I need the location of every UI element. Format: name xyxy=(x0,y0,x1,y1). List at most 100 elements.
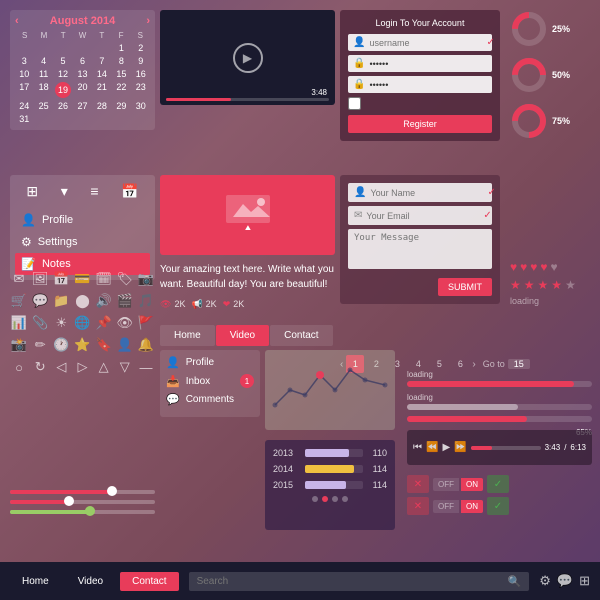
slider-thumb-1[interactable] xyxy=(107,486,117,496)
cal-day[interactable]: 29 xyxy=(112,100,130,112)
pie-icon[interactable]: ⬤ xyxy=(73,292,91,310)
pencil-icon[interactable]: ✏ xyxy=(31,336,49,354)
page-next-icon[interactable]: › xyxy=(472,359,475,370)
cal-day[interactable]: 4 xyxy=(34,55,52,67)
bookmark-icon[interactable]: 🔖 xyxy=(95,336,113,354)
bar-dot-4[interactable] xyxy=(342,496,348,502)
cal-day[interactable]: 7 xyxy=(93,55,111,67)
cal-day[interactable]: 15 xyxy=(112,68,130,80)
remember-checkbox[interactable] xyxy=(348,97,361,110)
cal-day[interactable] xyxy=(34,42,52,54)
calendar2-icon[interactable]: 📅 xyxy=(52,270,70,288)
name-input[interactable] xyxy=(370,188,487,198)
right-icon[interactable]: ▷ xyxy=(73,358,91,376)
toggle-x-1[interactable]: ✕ xyxy=(407,475,429,493)
register-button[interactable]: Register xyxy=(348,115,492,133)
username-input[interactable] xyxy=(369,38,486,48)
star-icon[interactable]: ⭐ xyxy=(73,336,91,354)
media-play-icon[interactable]: ▶ xyxy=(442,442,450,453)
cal-day[interactable]: 26 xyxy=(54,100,72,112)
cal-day[interactable]: 6 xyxy=(73,55,91,67)
film-icon[interactable]: 🎬 xyxy=(116,292,134,310)
password2-input[interactable] xyxy=(369,80,487,90)
grid-icon[interactable]: ⊞ xyxy=(23,180,41,203)
tag-icon[interactable]: 🏷 xyxy=(116,270,134,288)
media-progress-bar[interactable] xyxy=(471,446,541,450)
toggle-x-2[interactable]: ✕ xyxy=(407,497,429,515)
eye-icon[interactable]: 👁 xyxy=(116,314,134,332)
cal-day[interactable] xyxy=(54,42,72,54)
grid2-icon[interactable]: ⊞ xyxy=(579,573,590,589)
toggle-switch-1[interactable]: OFF ON xyxy=(433,478,483,491)
cal-day[interactable]: 23 xyxy=(132,81,150,99)
play-button[interactable]: ▶ xyxy=(233,43,263,73)
cal-day[interactable]: 8 xyxy=(112,55,130,67)
sun-icon[interactable]: ☀ xyxy=(52,314,70,332)
tab-home[interactable]: Home xyxy=(160,325,215,346)
mini-sidebar-profile[interactable]: 👤 Profile xyxy=(166,356,254,369)
image-icon[interactable]: 🖼 xyxy=(31,270,49,288)
tab-contact[interactable]: Contact xyxy=(270,325,332,346)
chat-icon[interactable]: 💬 xyxy=(31,292,49,310)
toggle-check-2[interactable]: ✓ xyxy=(487,497,509,515)
star-1[interactable]: ★ xyxy=(510,278,521,292)
toggle-check-1[interactable]: ✓ xyxy=(487,475,509,493)
cal-day[interactable]: 3 xyxy=(15,55,33,67)
camera-icon[interactable]: 📷 xyxy=(137,270,155,288)
slider-track-1[interactable] xyxy=(10,490,155,494)
clip-icon[interactable]: 📎 xyxy=(31,314,49,332)
cal-day[interactable]: 18 xyxy=(34,81,52,99)
password-input[interactable] xyxy=(369,59,487,69)
calendar3-icon[interactable]: 🗓 xyxy=(95,270,113,288)
cal-day-today[interactable]: 19 xyxy=(54,81,72,99)
card-icon[interactable]: 💳 xyxy=(73,270,91,288)
left-icon[interactable]: ◁ xyxy=(52,358,70,376)
photo-icon[interactable]: 📸 xyxy=(10,336,28,354)
cal-day[interactable]: 5 xyxy=(54,55,72,67)
cal-day[interactable]: 24 xyxy=(15,100,33,112)
tab-video[interactable]: Video xyxy=(216,325,269,346)
cal-day[interactable]: 20 xyxy=(73,81,91,99)
goto-input[interactable] xyxy=(508,359,530,369)
slider-thumb-3[interactable] xyxy=(85,506,95,516)
star-3[interactable]: ★ xyxy=(538,278,549,292)
down-icon[interactable]: ▽ xyxy=(116,358,134,376)
folder-icon[interactable]: 📁 xyxy=(52,292,70,310)
cal-day[interactable] xyxy=(15,42,33,54)
media-rewind-icon[interactable]: ⏪ xyxy=(426,442,438,453)
cal-day[interactable]: 12 xyxy=(54,68,72,80)
dropdown-icon[interactable]: ▾ xyxy=(58,180,71,203)
heart-2[interactable]: ♥ xyxy=(520,260,527,274)
sidebar-item-profile[interactable]: 👤 Profile xyxy=(15,209,150,231)
cal-day[interactable]: 27 xyxy=(73,100,91,112)
cal-day[interactable]: 31 xyxy=(15,113,33,125)
chart-icon[interactable]: 📊 xyxy=(10,314,28,332)
mini-sidebar-inbox[interactable]: 📥 Inbox 1 xyxy=(166,374,254,388)
slider-track-2[interactable] xyxy=(10,500,155,504)
volume-icon[interactable]: 🔊 xyxy=(95,292,113,310)
cal-day[interactable]: 30 xyxy=(132,100,150,112)
media-forward-icon[interactable]: ⏩ xyxy=(454,442,466,453)
up-icon[interactable]: △ xyxy=(95,358,113,376)
mail-icon[interactable]: ✉ xyxy=(10,270,28,288)
cal-day[interactable]: 11 xyxy=(34,68,52,80)
submit-button[interactable]: SUBMIT xyxy=(438,278,492,296)
cal-day[interactable]: 21 xyxy=(93,81,111,99)
message-textarea[interactable] xyxy=(348,229,492,269)
refresh-icon[interactable]: ↻ xyxy=(31,358,49,376)
heart-1[interactable]: ♥ xyxy=(510,260,517,274)
bottom-nav-home[interactable]: Home xyxy=(10,572,61,591)
flag-icon[interactable]: 🚩 xyxy=(137,314,155,332)
cart-icon[interactable]: 🛒 xyxy=(10,292,28,310)
heart-4[interactable]: ♥ xyxy=(540,260,547,274)
media-prev-icon[interactable]: ⏮ xyxy=(413,442,422,453)
bar-dot-1[interactable] xyxy=(312,496,318,502)
cal-day[interactable]: 1 xyxy=(112,42,130,54)
chat2-icon[interactable]: 💬 xyxy=(557,573,573,589)
bottom-nav-video[interactable]: Video xyxy=(66,572,115,591)
video-progress-bar[interactable] xyxy=(166,98,329,101)
mini-sidebar-comments[interactable]: 💬 Comments xyxy=(166,393,254,406)
cal-day[interactable]: 14 xyxy=(93,68,111,80)
search-input[interactable] xyxy=(197,576,508,587)
cal-day[interactable]: 13 xyxy=(73,68,91,80)
